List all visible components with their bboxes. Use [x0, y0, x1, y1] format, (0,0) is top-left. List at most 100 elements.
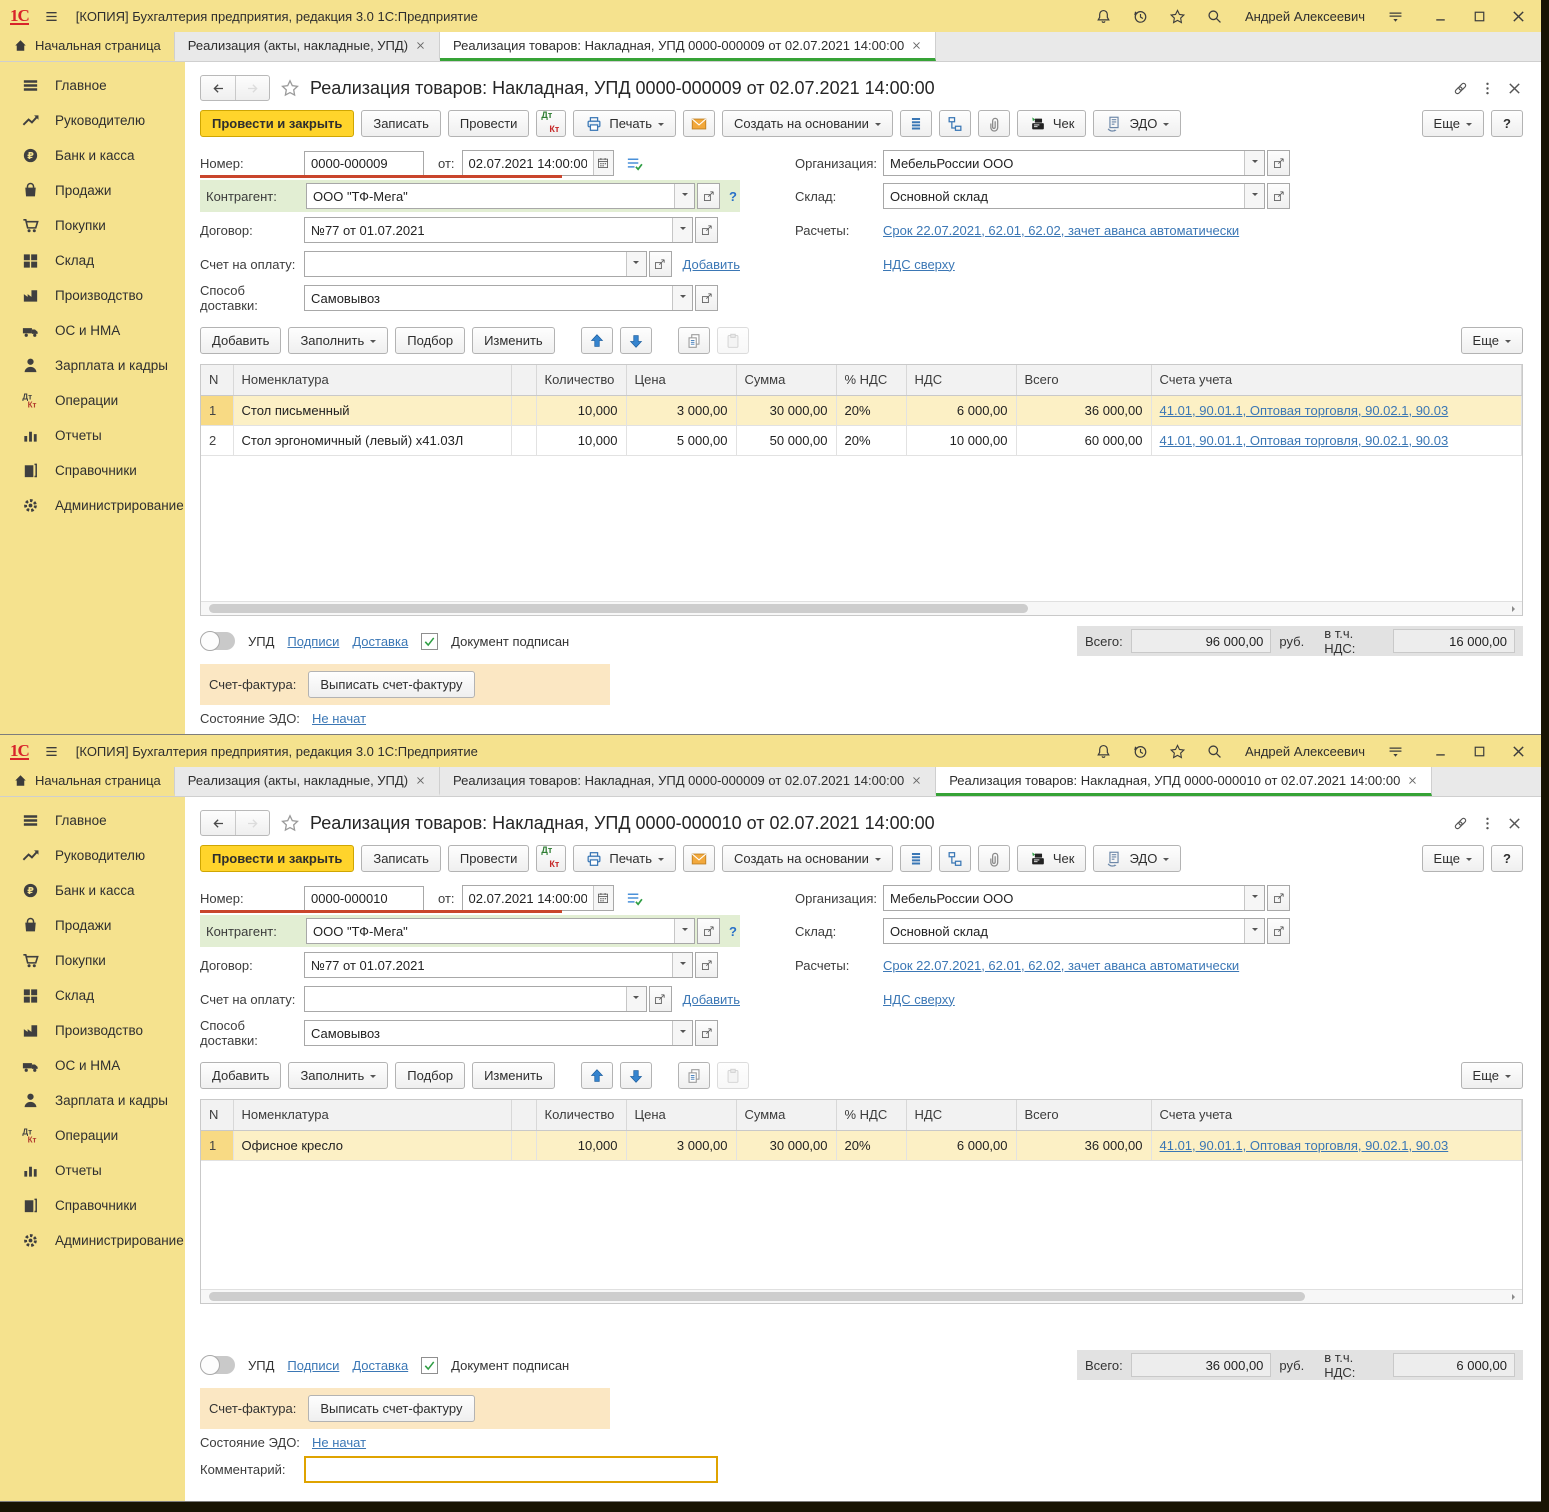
table-row[interactable]: 1 Офисное кресло 10,000 3 000,00 30 000,… — [201, 1130, 1522, 1160]
settlements-link[interactable]: Срок 22.07.2021, 62.01, 62.02, зачет ава… — [883, 958, 1239, 973]
collapse-panel-icon[interactable] — [1387, 8, 1404, 25]
user-name[interactable]: Андрей Алексеевич — [1245, 9, 1365, 24]
tab-close-icon[interactable] — [911, 775, 922, 786]
more-button[interactable]: Еще — [1422, 845, 1484, 872]
sidebar-item[interactable]: Банк и касса — [0, 873, 185, 908]
help-button[interactable]: ? — [1491, 110, 1523, 137]
counterparty-dropdown[interactable] — [674, 184, 694, 208]
structure-button[interactable] — [939, 845, 971, 872]
counterparty-open-button[interactable] — [697, 183, 720, 209]
comment-input[interactable] — [304, 1456, 718, 1483]
tab-close-icon[interactable] — [1407, 775, 1418, 786]
sidebar-item[interactable]: Склад — [0, 978, 185, 1013]
table-row[interactable]: 1 Стол письменный 10,000 3 000,00 30 000… — [201, 395, 1522, 425]
horizontal-scrollbar[interactable] — [201, 1289, 1522, 1303]
counterparty-open-button[interactable] — [697, 918, 720, 944]
accounts-link[interactable]: 41.01, 90.01.1, Оптовая торговля, 90.02.… — [1160, 433, 1449, 448]
issue-invoice-button[interactable]: Выписать счет-фактуру — [308, 1395, 474, 1422]
add-link[interactable]: Добавить — [683, 257, 740, 272]
row-fill-button[interactable]: Заполнить — [288, 327, 388, 354]
row-down-button[interactable] — [620, 1062, 652, 1089]
tab[interactable]: Начальная страница — [0, 32, 175, 61]
search-icon[interactable] — [1206, 743, 1223, 760]
sidebar-item[interactable]: Склад — [0, 243, 185, 278]
vat-mode-link[interactable]: НДС сверху — [883, 257, 955, 272]
counterparty-input[interactable] — [307, 919, 674, 943]
organization-dropdown[interactable] — [1244, 886, 1264, 910]
email-button[interactable] — [683, 845, 715, 872]
delivery-link[interactable]: Доставка — [352, 634, 408, 649]
invoice-for-payment-input[interactable] — [305, 252, 626, 276]
close-form-icon[interactable] — [1506, 80, 1523, 97]
back-button[interactable] — [201, 811, 235, 835]
issue-invoice-button[interactable]: Выписать счет-фактуру — [308, 671, 474, 698]
invoice-for-payment-input[interactable] — [305, 987, 626, 1011]
post-and-close-button[interactable]: Провести и закрыть — [200, 845, 354, 872]
attachments-button[interactable] — [978, 845, 1010, 872]
print-button[interactable]: Печать — [573, 110, 676, 137]
sidebar-item[interactable]: Руководителю — [0, 103, 185, 138]
post-button[interactable]: Провести — [448, 110, 530, 137]
notifications-icon[interactable] — [1095, 743, 1112, 760]
copy-rows-button[interactable] — [678, 1062, 710, 1089]
delivery-dropdown[interactable] — [672, 1021, 692, 1045]
delivery-open-button[interactable] — [695, 1020, 718, 1046]
row-add-button[interactable]: Добавить — [200, 327, 281, 354]
sidebar-item[interactable]: ОС и НМА — [0, 313, 185, 348]
create-from-button[interactable]: Создать на основании — [722, 845, 893, 872]
contract-open-button[interactable] — [695, 952, 718, 978]
paste-rows-button[interactable] — [717, 1062, 749, 1089]
table-more-button[interactable]: Еще — [1461, 1062, 1523, 1089]
edo-button[interactable]: ЭДО — [1093, 845, 1181, 872]
edo-state-link[interactable]: Не начат — [312, 711, 366, 726]
sidebar-item[interactable]: Справочники — [0, 453, 185, 488]
favorites-icon[interactable] — [1169, 743, 1186, 760]
invoice-dropdown[interactable] — [626, 252, 646, 276]
sidebar-item[interactable]: Покупки — [0, 943, 185, 978]
row-pick-button[interactable]: Подбор — [395, 327, 465, 354]
favorite-star-icon[interactable] — [280, 813, 300, 833]
warehouse-input[interactable] — [884, 919, 1244, 943]
table-row[interactable]: 2 Стол эргономичный (левый) х41.03Л 10,0… — [201, 425, 1522, 455]
sidebar-item[interactable]: Производство — [0, 278, 185, 313]
document-signed-checkbox[interactable] — [421, 633, 438, 650]
delivery-dropdown[interactable] — [672, 286, 692, 310]
main-menu-icon[interactable] — [43, 743, 60, 760]
date-input[interactable] — [463, 151, 593, 175]
invoice-open-button[interactable] — [649, 251, 672, 277]
delivery-open-button[interactable] — [695, 285, 718, 311]
warehouse-open-button[interactable] — [1267, 183, 1290, 209]
tab-close-icon[interactable] — [911, 40, 922, 51]
sidebar-item[interactable]: Руководителю — [0, 838, 185, 873]
warehouse-open-button[interactable] — [1267, 918, 1290, 944]
tab[interactable]: Реализация (акты, накладные, УПД) — [175, 32, 440, 61]
tab-close-icon[interactable] — [415, 40, 426, 51]
forward-button[interactable] — [235, 76, 269, 100]
contract-input[interactable] — [305, 953, 672, 977]
close-button[interactable] — [1510, 8, 1527, 25]
save-button[interactable]: Записать — [361, 110, 441, 137]
save-button[interactable]: Записать — [361, 845, 441, 872]
row-fill-button[interactable]: Заполнить — [288, 1062, 388, 1089]
dtkt-button[interactable]: ДтКт — [536, 110, 566, 137]
horizontal-scrollbar[interactable] — [201, 601, 1522, 615]
sidebar-item[interactable]: Отчеты — [0, 418, 185, 453]
tab[interactable]: Реализация товаров: Накладная, УПД 0000-… — [440, 767, 936, 796]
organization-open-button[interactable] — [1267, 885, 1290, 911]
sidebar-item[interactable]: Покупки — [0, 208, 185, 243]
add-link[interactable]: Добавить — [683, 992, 740, 1007]
more-dots-icon[interactable] — [1479, 815, 1496, 832]
tab[interactable]: Реализация (акты, накладные, УПД) — [175, 767, 440, 796]
sidebar-item[interactable]: Главное — [0, 68, 185, 103]
edo-state-link[interactable]: Не начат — [312, 1435, 366, 1450]
notifications-icon[interactable] — [1095, 8, 1112, 25]
contract-input[interactable] — [305, 218, 672, 242]
signatures-link[interactable]: Подписи — [287, 634, 339, 649]
check-button[interactable]: Чек — [1017, 110, 1087, 137]
sidebar-item[interactable]: Главное — [0, 803, 185, 838]
row-down-button[interactable] — [620, 327, 652, 354]
row-edit-button[interactable]: Изменить — [472, 1062, 555, 1089]
invoice-dropdown[interactable] — [626, 987, 646, 1011]
paste-rows-button[interactable] — [717, 327, 749, 354]
vat-mode-link[interactable]: НДС сверху — [883, 992, 955, 1007]
